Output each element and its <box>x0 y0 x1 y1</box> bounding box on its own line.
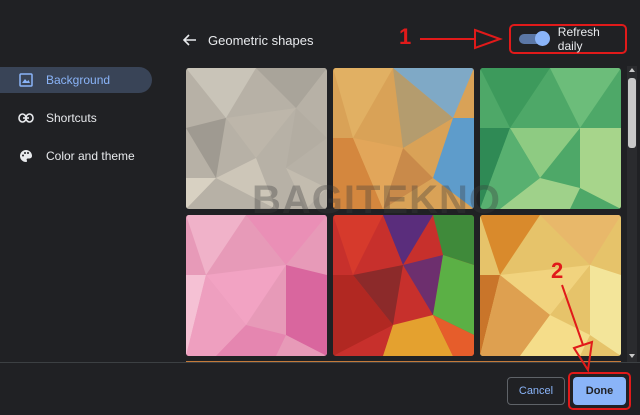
sidebar: Background Shortcuts Color and theme <box>0 0 170 360</box>
scroll-up-arrow-icon[interactable] <box>629 68 635 72</box>
annotation-arrow-1-head <box>474 28 503 50</box>
page-header: Geometric shapes <box>180 28 314 52</box>
palette-icon <box>18 148 34 164</box>
watermark-text: BAGITEKNO <box>252 178 501 222</box>
sidebar-item-label: Shortcuts <box>46 111 97 125</box>
sidebar-item-label: Background <box>46 73 111 87</box>
sidebar-item-color-and-theme[interactable]: Color and theme <box>0 143 152 169</box>
wallpaper-tile-5[interactable] <box>333 215 474 356</box>
image-icon <box>18 72 34 88</box>
wallpaper-tile-4[interactable] <box>186 215 327 356</box>
cancel-button[interactable]: Cancel <box>507 377 565 405</box>
refresh-daily-toggle-row[interactable]: Refresh daily <box>509 24 627 54</box>
scrollbar-thumb[interactable] <box>628 78 636 148</box>
scroll-down-arrow-icon[interactable] <box>629 354 635 358</box>
annotation-number-2: 2 <box>551 258 564 283</box>
footer-divider <box>0 362 640 363</box>
sidebar-item-label: Color and theme <box>46 149 135 163</box>
wallpaper-tile-3[interactable] <box>480 68 621 209</box>
arrow-left-icon[interactable] <box>180 30 200 50</box>
sidebar-item-background[interactable]: Background <box>0 67 152 93</box>
link-icon <box>18 110 34 126</box>
wallpaper-tile-6[interactable] <box>480 215 621 356</box>
sidebar-item-shortcuts[interactable]: Shortcuts <box>0 105 152 131</box>
annotation-number-1: 1 <box>399 24 412 49</box>
toggle-thumb <box>535 31 550 46</box>
refresh-daily-label: Refresh daily <box>557 25 600 53</box>
page-title: Geometric shapes <box>208 32 314 48</box>
done-button[interactable]: Done <box>573 377 626 405</box>
refresh-daily-toggle[interactable] <box>519 31 550 46</box>
